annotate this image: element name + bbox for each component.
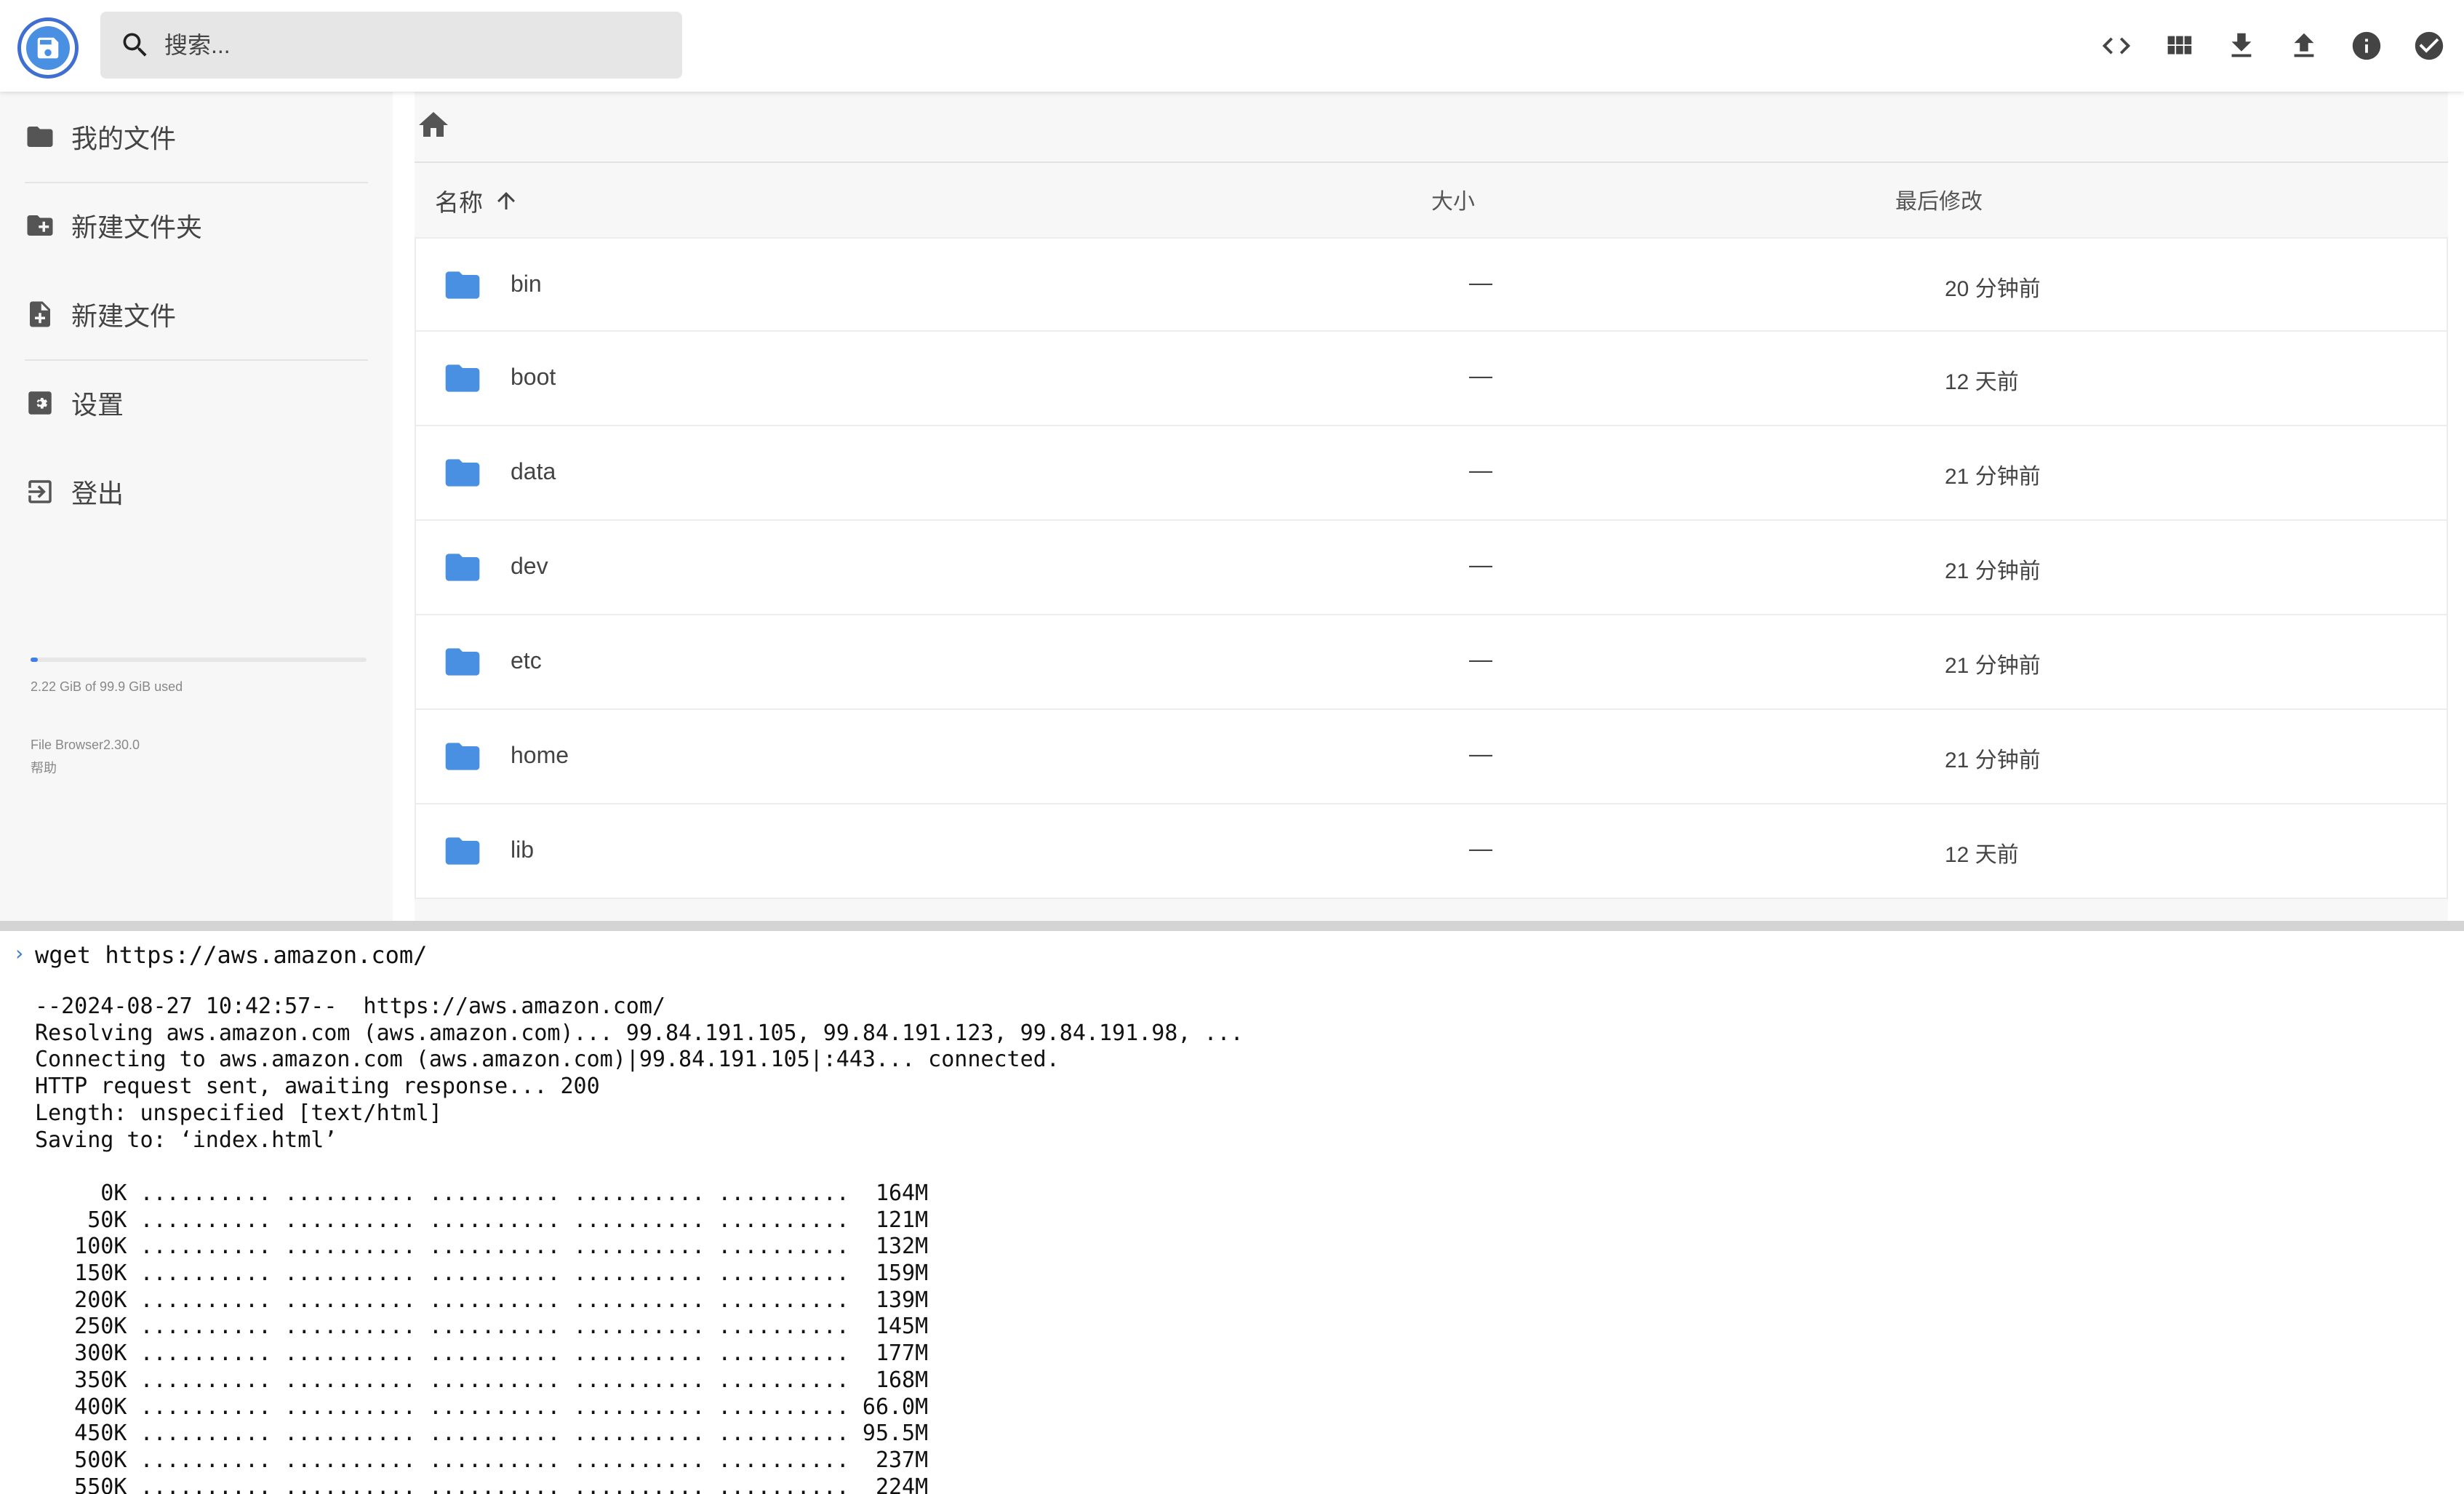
terminal-output: --2024-08-27 10:42:57-- https://aws.amaz… (35, 994, 1244, 1494)
code-view-button[interactable] (2096, 14, 2137, 78)
sidebar-divider (25, 182, 368, 183)
top-header (0, 0, 2464, 92)
info-icon (2352, 31, 2381, 60)
upload-icon (2294, 33, 2314, 57)
prompt-chevron-icon: › (13, 941, 25, 965)
toolbar (2096, 14, 2449, 78)
sidebar-item-settings[interactable]: 设置 (25, 365, 368, 441)
search-icon (123, 33, 147, 57)
sidebar-item-my-files[interactable]: 我的文件 (25, 99, 368, 175)
table-row[interactable]: dev — 21 分钟前 (415, 521, 2448, 615)
file-name: boot (511, 364, 556, 390)
file-modified: 21 分钟前 (1945, 465, 2041, 489)
sidebar-item-label: 设置 (71, 390, 124, 420)
app-version: File Browser2.30.0 (31, 738, 140, 752)
folder-icon (445, 271, 480, 299)
sidebar-item-new-folder[interactable]: 新建文件夹 (25, 188, 368, 263)
table-row[interactable]: etc — 21 分钟前 (415, 615, 2448, 710)
download-button[interactable] (2221, 14, 2262, 78)
terminal-panel[interactable]: › wget https://aws.amazon.com/ --2024-08… (0, 931, 2464, 1494)
file-name: lib (511, 836, 535, 863)
file-name: data (511, 458, 556, 484)
sidebar-item-logout[interactable]: 登出 (25, 454, 368, 530)
folder-icon (445, 837, 480, 865)
breadcrumb (415, 92, 2448, 163)
file-modified: 12 天前 (1945, 843, 2019, 867)
sidebar-item-label: 新建文件夹 (71, 212, 203, 242)
sidebar-item-label: 新建文件 (71, 301, 177, 331)
file-name: bin (511, 271, 542, 297)
file-size: — (1469, 740, 1492, 767)
help-link[interactable]: 帮助 (31, 758, 57, 777)
grid-view-icon (2167, 36, 2192, 55)
file-name: etc (511, 647, 542, 674)
new-folder-icon (27, 215, 53, 236)
sidebar: 我的文件 新建文件夹 新建文件 设置 登出 2.22 GiB of 99.9 G… (0, 92, 393, 921)
column-header-modified[interactable]: 最后修改 (1895, 183, 1983, 215)
file-modified: 20 分钟前 (1945, 277, 2041, 301)
folder-icon (445, 459, 480, 487)
file-modified: 12 天前 (1945, 370, 2019, 394)
table-row[interactable]: boot — 12 天前 (415, 332, 2448, 426)
file-modified: 21 分钟前 (1945, 748, 2041, 772)
settings-icon (28, 391, 52, 415)
floppy-disk-icon (26, 26, 70, 70)
sidebar-item-new-file[interactable]: 新建文件 (25, 276, 368, 352)
sidebar-item-label: 登出 (71, 479, 124, 508)
terminal-resize-handle[interactable] (0, 921, 2464, 931)
file-size: — (1469, 551, 1492, 578)
file-size: — (1469, 457, 1492, 483)
file-name: dev (511, 553, 548, 579)
new-file-icon (30, 301, 50, 327)
storage-usage-bar (31, 658, 367, 662)
table-row[interactable]: lib — 12 天前 (415, 804, 2448, 899)
table-row[interactable]: home — 21 分钟前 (415, 710, 2448, 804)
folder-icon (445, 364, 480, 392)
terminal-command: wget https://aws.amazon.com/ (35, 941, 428, 969)
sidebar-divider (25, 359, 368, 361)
column-header-size[interactable]: 大小 (1431, 183, 1475, 215)
home-icon[interactable] (416, 108, 451, 143)
file-size: — (1469, 269, 1492, 295)
check-circle-icon (2415, 31, 2444, 60)
table-row[interactable]: data — 21 分钟前 (415, 426, 2448, 521)
file-modified: 21 分钟前 (1945, 559, 2041, 583)
app-logo[interactable] (17, 17, 79, 79)
info-button[interactable] (2346, 14, 2387, 78)
file-size: — (1469, 835, 1492, 861)
folder-icon (445, 554, 480, 581)
column-header-name[interactable]: 名称 (435, 183, 519, 218)
grid-view-button[interactable] (2159, 14, 2199, 78)
folder-icon (27, 127, 53, 147)
table-row[interactable]: bin — 20 分钟前 (415, 237, 2448, 332)
folder-icon (445, 648, 480, 676)
search-input[interactable] (164, 31, 630, 59)
code-icon (2102, 37, 2131, 55)
column-header-label: 大小 (1431, 190, 1475, 214)
arrow-up-icon (497, 192, 515, 209)
storage-usage-fill (31, 658, 39, 662)
file-modified: 21 分钟前 (1945, 654, 2041, 678)
sidebar-item-label: 我的文件 (71, 124, 177, 153)
download-icon (2231, 33, 2252, 57)
column-header-label: 最后修改 (1895, 190, 1983, 214)
logout-icon (28, 480, 52, 503)
file-listing: 名称 大小 最后修改 bin — 20 分钟前 boot — 12 天前 dat… (415, 92, 2448, 921)
file-size: — (1469, 362, 1492, 388)
upload-button[interactable] (2284, 14, 2324, 78)
storage-usage-text: 2.22 GiB of 99.9 GiB used (31, 679, 183, 694)
file-size: — (1469, 646, 1492, 672)
file-name: home (511, 742, 569, 768)
select-button[interactable] (2409, 14, 2449, 78)
folder-icon (445, 743, 480, 770)
search-box[interactable] (100, 12, 682, 79)
column-header-label: 名称 (435, 189, 483, 216)
